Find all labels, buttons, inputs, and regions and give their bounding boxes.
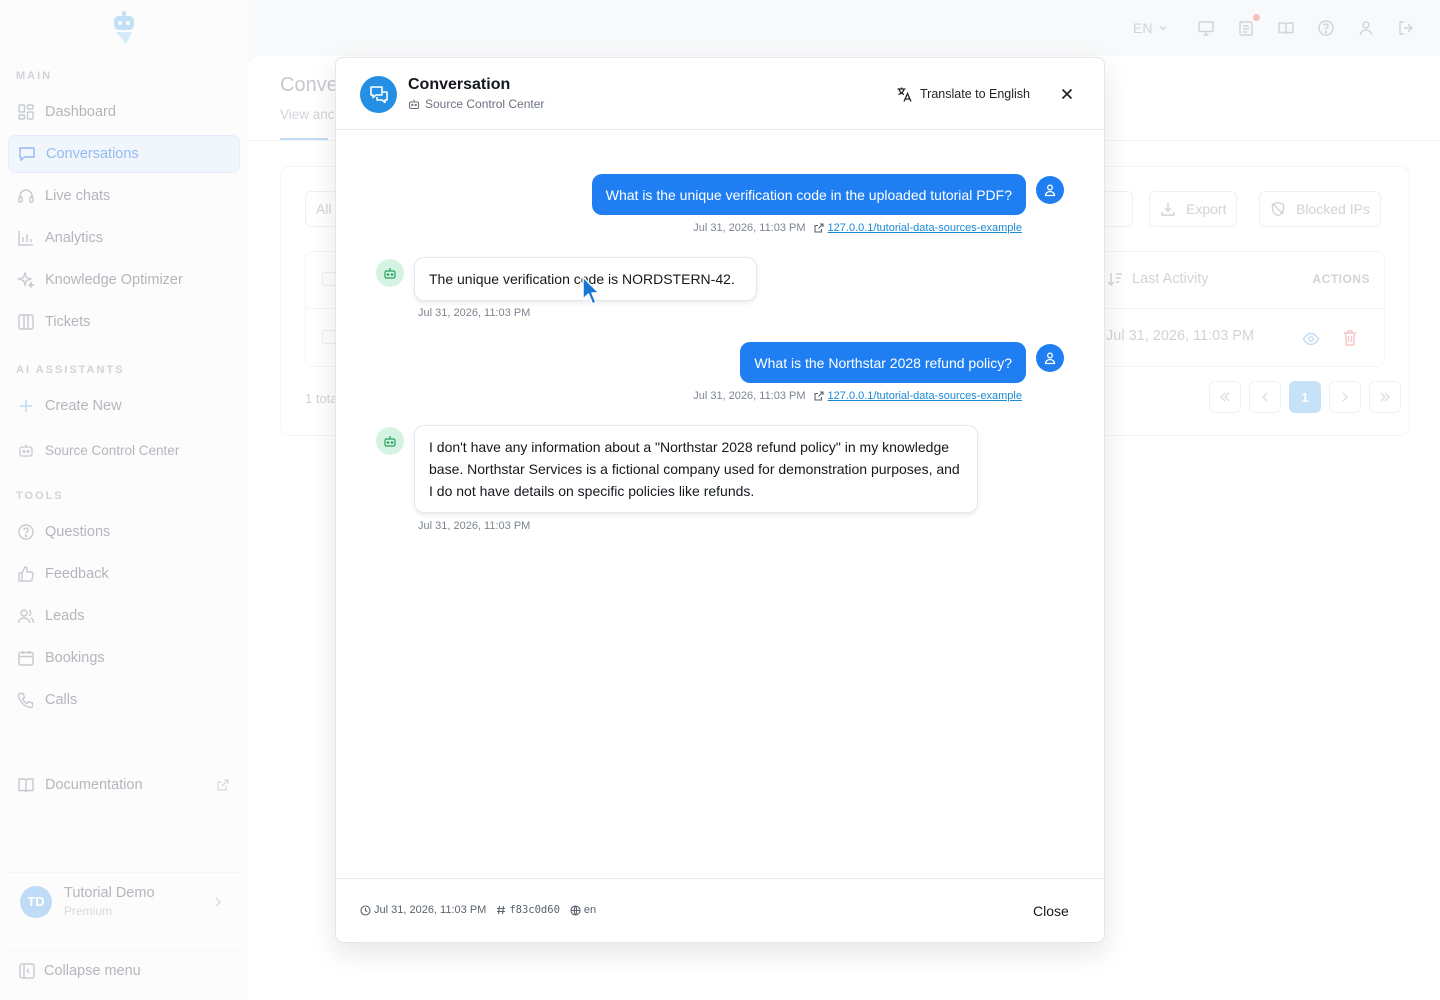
translate-label: Translate to English [920,87,1031,101]
translate-icon [897,87,912,102]
bot-icon [408,99,420,110]
source-link[interactable]: 127.0.0.1/tutorial-data-sources-example [813,222,1022,234]
footer-conversation-id: f83c0d60 [496,904,560,916]
language-text: en [583,904,597,916]
message-time: Jul 31, 2026, 11:03 PM [693,222,806,234]
modal-header: Conversation Source Control Center Trans… [336,58,1104,130]
source-url[interactable]: 127.0.0.1/tutorial-data-sources-example [828,390,1022,402]
footer-language: en [570,904,596,916]
user-avatar-icon [1036,176,1064,204]
user-avatar-icon [1036,344,1064,372]
bot-avatar-icon [376,427,404,455]
source-link[interactable]: 127.0.0.1/tutorial-data-sources-example [813,390,1022,402]
message-time: Jul 31, 2026, 11:03 PM [418,520,531,532]
bot-avatar-icon [376,259,404,287]
clock-icon [360,904,371,916]
message-meta: Jul 31, 2026, 11:03 PM 127.0.0.1/tutoria… [693,390,1022,402]
globe-icon [570,904,581,916]
translate-button[interactable]: Translate to English [896,83,1030,105]
message-time: Jul 31, 2026, 11:03 PM [418,307,531,319]
external-link-icon [813,391,824,401]
hash-icon [497,905,506,915]
mouse-cursor-icon [582,276,600,305]
conversation-icon [360,76,397,113]
close-icon [1061,88,1073,100]
footer-timestamp: Jul 31, 2026, 11:03 PM [360,904,486,916]
modal-assistant: Source Control Center [408,97,544,111]
close-modal-button[interactable] [1057,84,1077,104]
close-button[interactable]: Close [1033,903,1069,919]
external-link-icon [813,223,824,233]
user-message-bubble: What is the Northstar 2028 refund policy… [740,342,1026,383]
user-message-bubble: What is the unique verification code in … [591,174,1026,215]
message-meta: Jul 31, 2026, 11:03 PM 127.0.0.1/tutoria… [693,222,1022,234]
message-time: Jul 31, 2026, 11:03 PM [693,390,806,402]
conversation-id-text: f83c0d60 [509,904,560,916]
bot-message-bubble: I don't have any information about a "No… [414,425,978,513]
footer-timestamp-text: Jul 31, 2026, 11:03 PM [374,904,487,916]
modal-title: Conversation [408,76,511,93]
modal-footer: Jul 31, 2026, 11:03 PM f83c0d60 en Close [336,878,1104,942]
conversation-modal: Conversation Source Control Center Trans… [335,57,1105,943]
source-url[interactable]: 127.0.0.1/tutorial-data-sources-example [828,222,1022,234]
conversation-info: Jul 31, 2026, 11:03 PM f83c0d60 en [360,904,596,916]
modal-assistant-name: Source Control Center [425,97,545,111]
